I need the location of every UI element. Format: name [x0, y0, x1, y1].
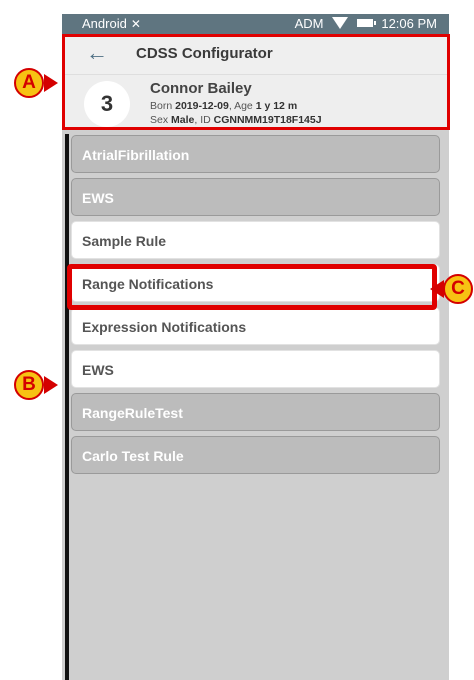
rule-item-atrialfibrillation[interactable]: AtrialFibrillation	[71, 135, 440, 173]
status-bar: Android ✕ ADM 12:06 PM	[62, 14, 449, 34]
clock: 12:06 PM	[381, 16, 437, 31]
status-bar-left: Android ✕	[82, 16, 141, 31]
battery-icon	[356, 19, 376, 27]
callout-a-pointer	[44, 74, 58, 92]
rule-item-sample-rule[interactable]: Sample Rule	[71, 221, 440, 259]
annotation-box-a	[62, 34, 450, 130]
wifi-icon	[332, 17, 349, 29]
carrier-label: Android	[82, 16, 127, 31]
rule-item-ews-enabled[interactable]: EWS	[71, 350, 440, 388]
annotation-bracket-b	[65, 134, 69, 680]
rule-item-carlo-test-rule[interactable]: Carlo Test Rule	[71, 436, 440, 474]
callout-a-badge: A	[14, 68, 44, 98]
callout-c-pointer	[430, 280, 444, 298]
status-bar-right: ADM 12:06 PM	[290, 16, 437, 31]
rule-item-rangeruletest[interactable]: RangeRuleTest	[71, 393, 440, 431]
rule-item-expression-notifications[interactable]: Expression Notifications	[71, 307, 440, 345]
rule-item-ews-disabled[interactable]: EWS	[71, 178, 440, 216]
callout-c-badge: C	[443, 274, 473, 304]
user-label: ADM	[294, 16, 324, 31]
annotation-box-c	[67, 264, 437, 310]
callout-b-pointer	[44, 376, 58, 394]
callout-b-badge: B	[14, 370, 44, 400]
no-signal-icon: ✕	[130, 17, 141, 31]
